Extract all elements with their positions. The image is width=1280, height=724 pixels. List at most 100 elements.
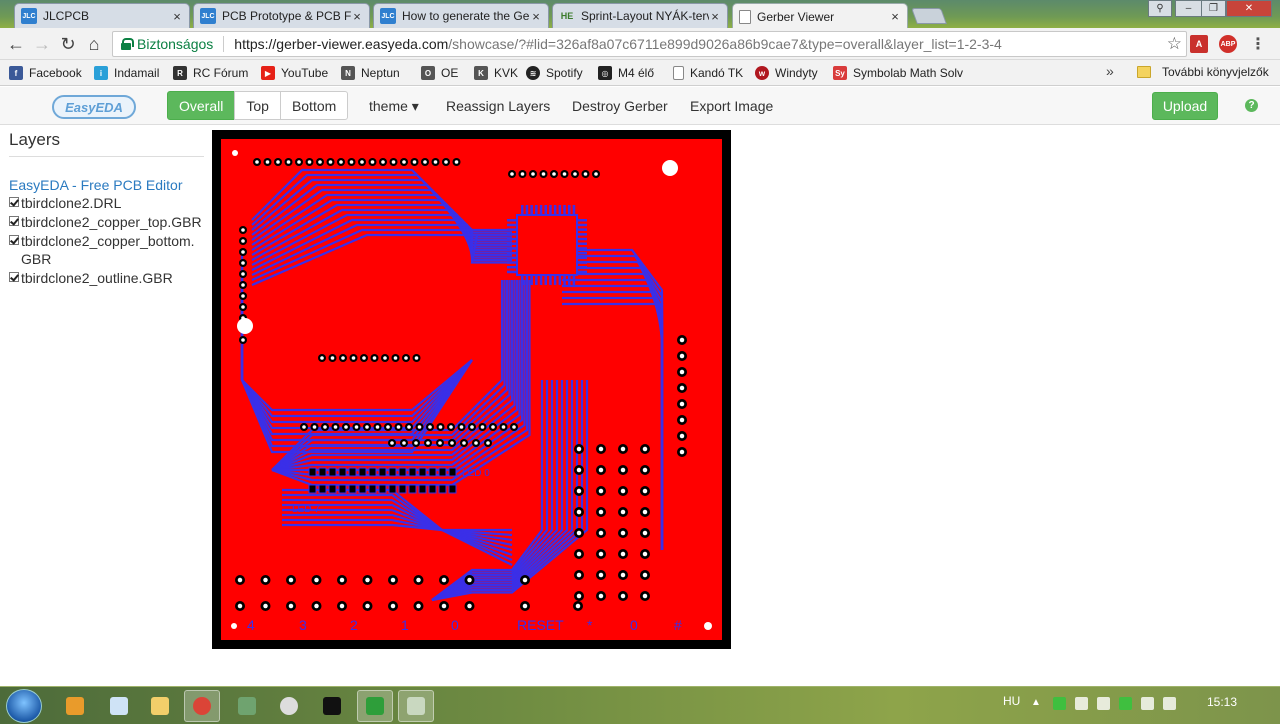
- bookmark-m4[interactable]: ◎ M4 élő: [598, 64, 654, 82]
- maximize-button[interactable]: ❐: [1201, 0, 1226, 17]
- pad: [362, 601, 373, 611]
- media-player-icon[interactable]: [57, 690, 93, 722]
- theme-dropdown[interactable]: theme ▾: [369, 98, 419, 115]
- pad: [596, 591, 606, 601]
- pad: [337, 158, 345, 166]
- layer-checkbox[interactable]: [9, 216, 19, 226]
- volume-icon[interactable]: [1075, 697, 1088, 710]
- monitor-app-icon[interactable]: [229, 690, 265, 722]
- tab-gerber-viewer[interactable]: Gerber Viewer ×: [732, 3, 908, 29]
- bookmarks-more-button[interactable]: »: [1106, 63, 1114, 79]
- chrome-icon[interactable]: [184, 690, 220, 722]
- pad: [484, 439, 492, 447]
- he-icon: HE: [560, 11, 574, 21]
- bottom-view-button[interactable]: Bottom: [279, 91, 349, 120]
- bookmark-oe[interactable]: O OE: [421, 64, 458, 82]
- top-view-button[interactable]: Top: [234, 91, 281, 120]
- bookmark-kvk[interactable]: K KVK: [474, 64, 518, 82]
- tab-pcb-prototype[interactable]: JLC PCB Prototype & PCB Fab ×: [193, 3, 370, 28]
- pad: [286, 575, 296, 585]
- pad: [640, 549, 650, 559]
- pad: [489, 423, 497, 431]
- close-icon[interactable]: ×: [889, 9, 901, 24]
- pad: [295, 158, 303, 166]
- pad: [677, 383, 687, 393]
- pad: [384, 423, 392, 431]
- pad: [426, 423, 434, 431]
- keypad-label-star: *: [587, 617, 593, 633]
- clock[interactable]: 15:13: [1207, 695, 1237, 709]
- settings-app-icon[interactable]: [271, 690, 307, 722]
- chevron-up-icon[interactable]: ▲: [1031, 697, 1044, 710]
- close-icon[interactable]: ×: [351, 9, 363, 24]
- bookmark-indamail[interactable]: i Indamail: [94, 64, 159, 82]
- bookmark-windyty[interactable]: w Windyty: [755, 64, 818, 82]
- menu-icon[interactable]: ⋮: [1249, 35, 1267, 53]
- upload-button[interactable]: Upload: [1152, 92, 1218, 120]
- tab-gerber-howto[interactable]: JLC How to generate the Ger ×: [373, 3, 549, 28]
- help-icon[interactable]: ?: [1245, 99, 1258, 112]
- close-icon[interactable]: ×: [530, 9, 542, 24]
- star-icon[interactable]: ☆: [1167, 34, 1182, 54]
- reassign-layers-button[interactable]: Reassign Layers: [446, 98, 550, 114]
- bookmark-kando[interactable]: Kandó TK: [673, 64, 743, 82]
- pad: [640, 444, 650, 454]
- layer-item-copper-bottom[interactable]: tbirdclone2_copper_bottom.GBR: [9, 232, 204, 268]
- minimize-button[interactable]: –: [1175, 0, 1202, 17]
- layer-checkbox[interactable]: [9, 272, 19, 282]
- bookmark-spotify[interactable]: ≋ Spotify: [526, 64, 583, 82]
- security-icon[interactable]: [1119, 697, 1132, 710]
- notepad-icon[interactable]: [101, 690, 137, 722]
- user-icon[interactable]: ⚲: [1148, 0, 1172, 17]
- other-bookmarks-folder[interactable]: További könyvjelzők: [1137, 65, 1269, 79]
- layer-item-copper-top[interactable]: tbirdclone2_copper_top.GBR: [9, 213, 204, 231]
- bookmark-rc-forum[interactable]: R RC Fórum: [173, 64, 248, 82]
- overall-view-button[interactable]: Overall: [167, 91, 236, 120]
- sync-icon[interactable]: [1053, 697, 1066, 710]
- pdf-extension-icon[interactable]: A: [1190, 35, 1208, 53]
- new-tab-button[interactable]: [911, 8, 947, 24]
- language-indicator[interactable]: HU: [1003, 694, 1020, 708]
- game-app-icon[interactable]: [398, 690, 434, 722]
- flag-icon[interactable]: [1141, 697, 1154, 710]
- easyeda-editor-link[interactable]: EasyEDA - Free PCB Editor: [9, 177, 204, 193]
- jlc-icon: JLC: [200, 8, 216, 24]
- folder-label: További könyvjelzők: [1162, 65, 1269, 79]
- close-icon[interactable]: ×: [171, 9, 183, 24]
- bookmark-facebook[interactable]: f Facebook: [9, 64, 82, 82]
- silk-label-led0: LED 0: [462, 468, 490, 479]
- tab-sprint-layout[interactable]: HE Sprint-Layout NYÁK-terv ×: [552, 3, 728, 28]
- home-icon[interactable]: ⌂: [84, 34, 104, 54]
- adblock-icon[interactable]: ABP: [1219, 35, 1237, 53]
- close-window-button[interactable]: ✕: [1226, 0, 1272, 17]
- green-app-icon[interactable]: [357, 690, 393, 722]
- close-icon[interactable]: ×: [709, 9, 721, 24]
- spotify-icon: ≋: [526, 66, 540, 80]
- start-button[interactable]: [6, 689, 42, 723]
- pcb-canvas[interactable]: LED 0 LED 7 4 3 2 1 0 RESET * 0 #: [212, 130, 731, 649]
- layer-checkbox[interactable]: [9, 197, 19, 207]
- neptun-icon: N: [341, 66, 355, 80]
- bookmark-symbolab[interactable]: Sy Symbolab Math Solv: [833, 64, 963, 82]
- explorer-icon[interactable]: [142, 690, 178, 722]
- layer-item-drl[interactable]: tbirdclone2.DRL: [9, 194, 204, 212]
- back-icon[interactable]: ←: [6, 34, 26, 54]
- m4-icon: ◎: [598, 66, 612, 80]
- bookmark-youtube[interactable]: ▶ YouTube: [261, 64, 328, 82]
- layer-checkbox[interactable]: [9, 235, 19, 245]
- pad: [342, 423, 350, 431]
- easyeda-logo[interactable]: EasyEDA: [52, 95, 136, 119]
- tab-jlcpcb[interactable]: JLC JLCPCB ×: [14, 3, 190, 28]
- pad: [508, 170, 516, 178]
- bookmark-neptun[interactable]: N Neptun: [341, 64, 400, 82]
- export-image-button[interactable]: Export Image: [690, 98, 773, 114]
- battery-icon[interactable]: [1097, 697, 1110, 710]
- destroy-gerber-button[interactable]: Destroy Gerber: [572, 98, 668, 114]
- terminal-icon[interactable]: [314, 690, 350, 722]
- url-input[interactable]: Biztonságos https://gerber-viewer.easyed…: [112, 31, 1187, 57]
- reload-icon[interactable]: ↻: [58, 34, 78, 54]
- network-icon[interactable]: [1163, 697, 1176, 710]
- layer-item-outline[interactable]: tbirdclone2_outline.GBR: [9, 269, 204, 287]
- forward-icon[interactable]: →: [32, 34, 52, 54]
- pad: [358, 158, 366, 166]
